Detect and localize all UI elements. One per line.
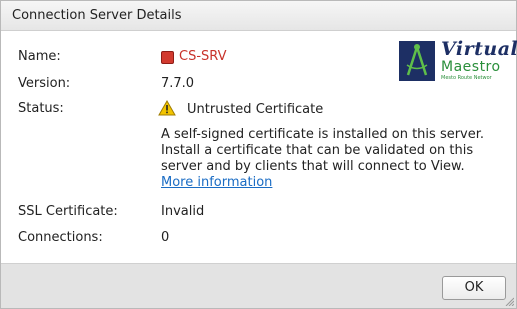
ssl-certificate-label: SSL Certificate:	[18, 204, 118, 219]
warning-icon	[158, 100, 176, 116]
resize-grip-icon[interactable]	[504, 296, 514, 306]
status-label: Status:	[18, 101, 64, 116]
logo-tagline: Mesto Route Networ	[441, 75, 492, 81]
connection-server-details-dialog: Connection Server Details Name: CS-SRV V…	[0, 0, 517, 309]
more-information-link[interactable]: More information	[161, 175, 491, 191]
connections-value: 0	[161, 230, 170, 245]
logo-text-maestro: Maestro	[441, 59, 501, 75]
connections-label: Connections:	[18, 230, 103, 245]
virtual-maestro-logo: Virtual Maestro Mesto Route Networ	[399, 38, 517, 81]
version-value: 7.7.0	[161, 76, 195, 91]
server-name-value: CS-SRV	[179, 49, 227, 64]
status-value: Untrusted Certificate	[187, 102, 324, 117]
version-label: Version:	[18, 76, 71, 91]
dialog-footer: OK	[1, 263, 516, 308]
server-status-icon	[161, 51, 174, 64]
ok-button[interactable]: OK	[442, 276, 506, 300]
status-description: A self-signed certificate is installed o…	[161, 127, 491, 191]
ssl-certificate-value: Invalid	[161, 204, 205, 219]
name-label: Name:	[18, 49, 61, 64]
logo-text-virtual: Virtual	[441, 38, 517, 60]
logo-compass-icon	[399, 41, 435, 81]
status-description-text: A self-signed certificate is installed o…	[161, 127, 485, 174]
dialog-titlebar[interactable]: Connection Server Details	[1, 1, 516, 31]
dialog-title: Connection Server Details	[12, 8, 182, 23]
